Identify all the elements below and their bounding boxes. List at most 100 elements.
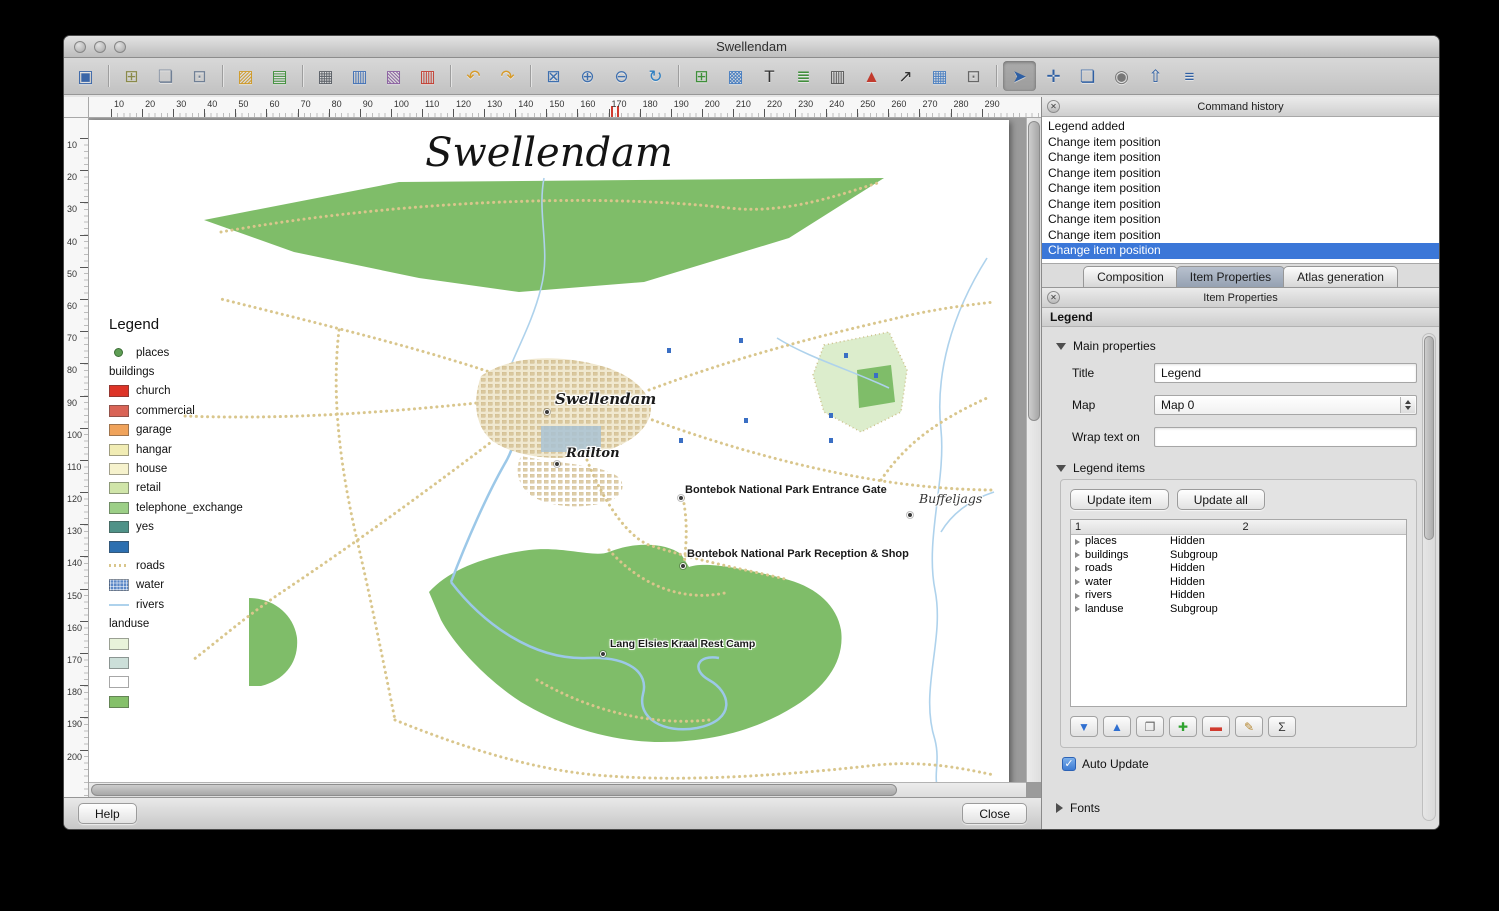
legend-item-row[interactable]: buildings Subgroup [1071,549,1406,563]
legend-items-table[interactable]: 1 2 places Hidden [1070,519,1407,707]
add-attribute-table-button[interactable]: ▦ [923,61,956,91]
expand-triangle-icon[interactable] [1075,593,1080,599]
lock-items-button[interactable]: ◉ [1105,61,1138,91]
main-properties-section[interactable]: Main properties [1056,339,1417,353]
close-panel-icon[interactable]: ✕ [1047,100,1060,113]
undo-button[interactable]: ↶ [457,61,490,91]
panel-scrollbar-thumb[interactable] [1424,336,1434,540]
zoom-out-button[interactable]: ⊖ [605,61,638,91]
expand-triangle-icon[interactable] [1075,606,1080,612]
ruler-tick: 290 [982,97,1013,117]
add-image-button[interactable]: ▩ [719,61,752,91]
group-items-button[interactable]: ❏ [1071,61,1104,91]
select-move-item-button[interactable]: ➤ [1003,61,1036,91]
map-select[interactable]: Map 0 [1154,395,1417,415]
add-map-button[interactable]: ⊞ [685,61,718,91]
composition-page[interactable]: Swellendam Legend places [89,120,1009,785]
legend-item-row[interactable]: water Hidden [1071,576,1406,590]
legend-item-row[interactable]: roads Hidden [1071,562,1406,576]
map-title-label[interactable]: Swellendam [89,130,1009,176]
wrap-text-input[interactable] [1154,427,1417,447]
remove-item-button[interactable]: ▬ [1202,716,1230,737]
title-input[interactable]: Legend [1154,363,1417,383]
history-item[interactable]: Change item position [1042,150,1439,166]
move-item-up-button[interactable]: ▲ [1103,716,1131,737]
legend-entry: water [109,576,289,595]
legend-entry: rivers [109,595,289,614]
add-legend-button[interactable]: ≣ [787,61,820,91]
print-button[interactable]: ▦ [309,61,342,91]
save-as-template-button[interactable]: ▤ [263,61,296,91]
load-from-template-button[interactable]: ▨ [229,61,262,91]
redo-button[interactable]: ↷ [491,61,524,91]
history-item[interactable]: Change item position [1042,197,1439,213]
expand-triangle-icon[interactable] [1075,552,1080,558]
panel-scrollbar[interactable] [1422,333,1436,821]
add-label-button[interactable]: T [753,61,786,91]
count-features-button[interactable]: Σ [1268,716,1296,737]
move-item-down-button[interactable]: ▼ [1070,716,1098,737]
vertical-scrollbar[interactable] [1026,118,1041,782]
close-button[interactable]: Close [962,803,1027,824]
history-item[interactable]: Change item position [1042,181,1439,197]
zoom-window-button[interactable] [114,41,126,53]
help-button[interactable]: Help [78,803,137,824]
composition-manager-button[interactable]: ⊡ [183,61,216,91]
tab-atlas-generation[interactable]: Atlas generation [1283,266,1398,287]
legend-item-row[interactable]: rivers Hidden [1071,589,1406,603]
stepper-arrows-icon[interactable] [1400,397,1415,413]
expand-triangle-icon[interactable] [1075,539,1080,545]
expand-triangle-icon[interactable] [1075,566,1080,572]
add-shape-button[interactable]: ▲ [855,61,888,91]
history-item[interactable]: Legend added [1042,119,1439,135]
export-svg-button[interactable]: ▧ [377,61,410,91]
history-item[interactable]: Change item position [1042,212,1439,228]
expand-triangle-icon[interactable] [1075,579,1080,585]
tab-item-properties[interactable]: Item Properties [1176,266,1285,287]
legend-items-section[interactable]: Legend items [1056,461,1417,475]
history-item[interactable]: Change item position [1042,166,1439,182]
close-panel-icon[interactable]: ✕ [1047,291,1060,304]
tab-composition[interactable]: Composition [1083,266,1178,287]
update-item-button[interactable]: Update item [1070,489,1169,510]
auto-update-checkbox[interactable] [1062,757,1076,771]
close-window-button[interactable] [74,41,86,53]
history-item[interactable]: Change item position [1042,228,1439,244]
add-item-button[interactable]: ✚ [1169,716,1197,737]
vertical-ruler[interactable]: 10 20 30 40 50 60 70 80 [64,118,89,797]
export-image-button[interactable]: ▥ [343,61,376,91]
history-item[interactable]: Change item position [1042,135,1439,151]
add-scalebar-button[interactable]: ▥ [821,61,854,91]
legend-item-row[interactable]: landuse Subgroup [1071,603,1406,617]
save-composition-button[interactable]: ▣ [69,61,102,91]
edit-item-button[interactable]: ✎ [1235,716,1263,737]
composition-canvas[interactable]: Swellendam Legend places [89,118,1041,797]
minimize-window-button[interactable] [94,41,106,53]
move-item-content-button[interactable]: ✛ [1037,61,1070,91]
vertical-scrollbar-thumb[interactable] [1028,121,1040,421]
separator [103,61,114,91]
toolbar-icon: ▤ [271,68,287,85]
history-item[interactable]: Change item position [1042,243,1439,259]
legend-item[interactable]: Legend places [109,316,289,711]
align-items-button[interactable]: ≡ [1173,61,1206,91]
horizontal-scrollbar[interactable] [89,782,1026,797]
zoom-full-button[interactable]: ⊠ [537,61,570,91]
export-pdf-button[interactable]: ▥ [411,61,444,91]
fonts-section[interactable]: Fonts [1056,801,1417,815]
titlebar[interactable]: Swellendam [64,36,1439,58]
raise-items-button[interactable]: ⇧ [1139,61,1172,91]
horizontal-scrollbar-thumb[interactable] [91,784,897,796]
refresh-view-button[interactable]: ↻ [639,61,672,91]
add-html-frame-button[interactable]: ⊡ [957,61,990,91]
duplicate-composition-button[interactable]: ❏ [149,61,182,91]
add-group-button[interactable]: ❐ [1136,716,1164,737]
legend-entry: garage [109,421,289,440]
legend-item-row[interactable]: places Hidden [1071,535,1406,549]
legend-items-rows: places Hidden buildings Subgroup [1071,535,1406,616]
zoom-in-button[interactable]: ⊕ [571,61,604,91]
horizontal-ruler[interactable]: 10 20 30 40 50 60 70 80 [89,97,1041,118]
add-arrow-button[interactable]: ↗ [889,61,922,91]
new-composition-button[interactable]: ⊞ [115,61,148,91]
update-all-button[interactable]: Update all [1177,489,1265,510]
